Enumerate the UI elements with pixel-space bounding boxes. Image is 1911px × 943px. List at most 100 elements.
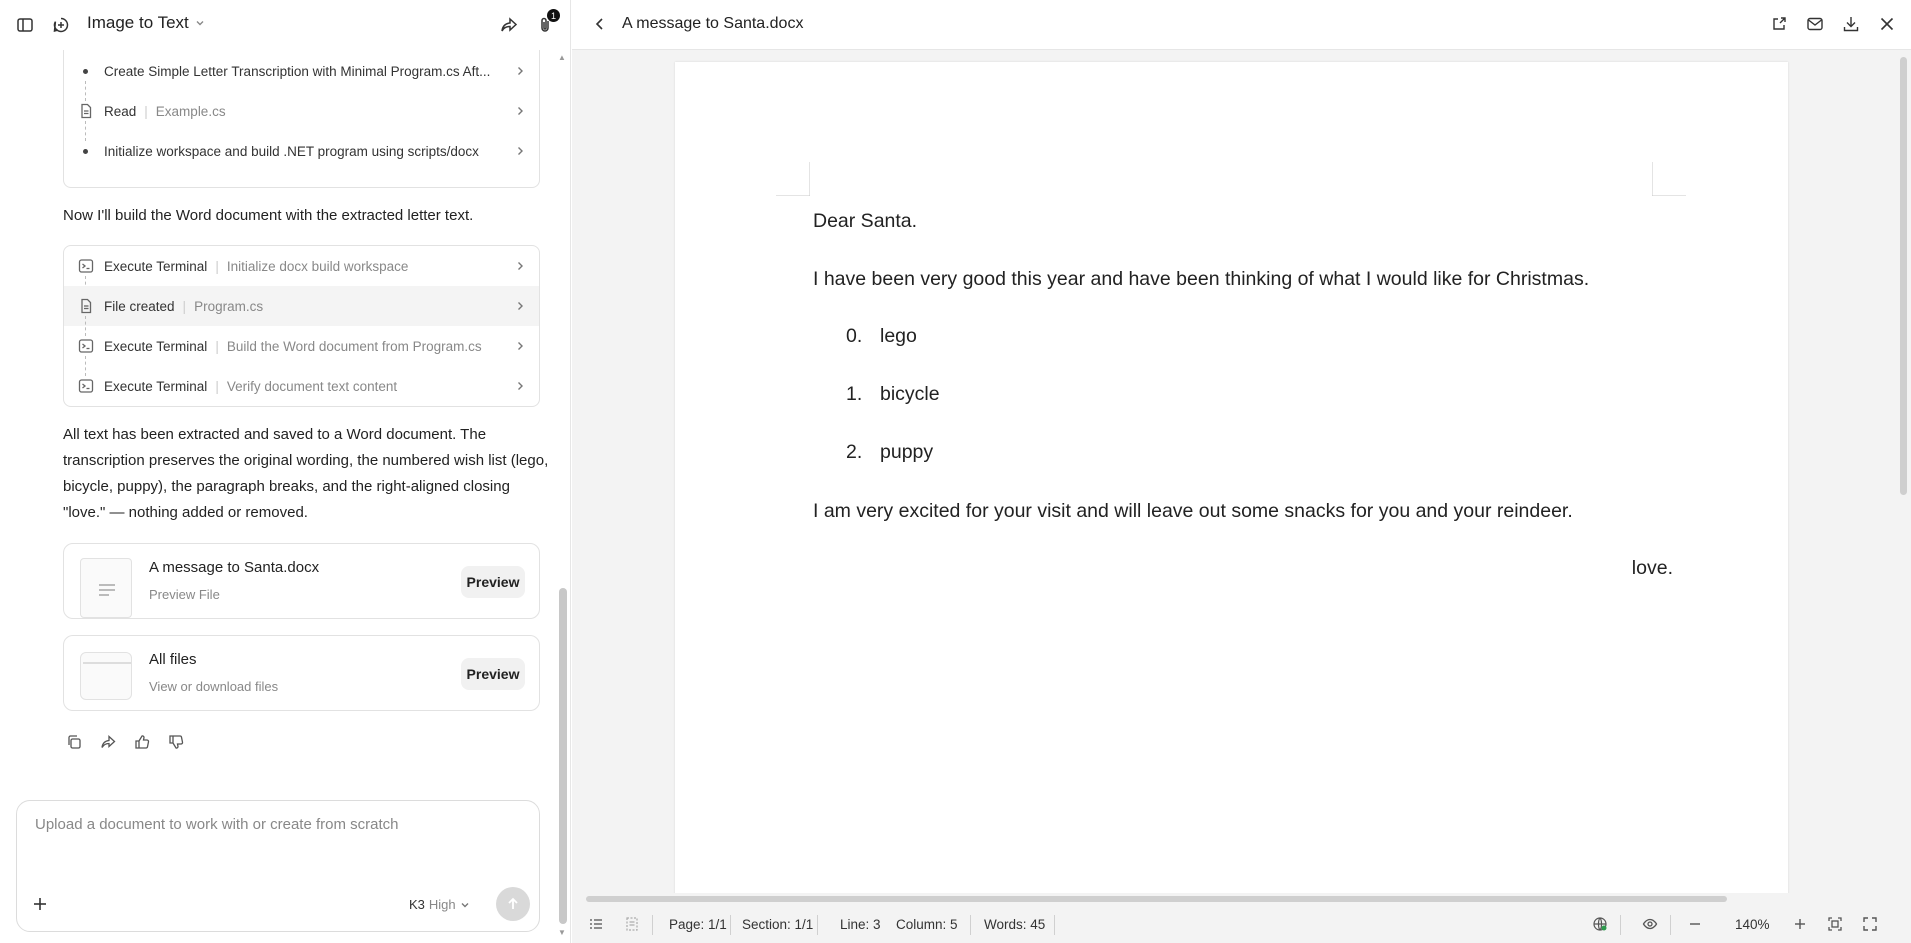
copy-icon[interactable] — [66, 734, 84, 752]
step-item[interactable]: File created | Program.cs — [64, 286, 539, 336]
download-icon[interactable] — [1842, 15, 1862, 35]
file-name: A message to Santa.docx — [149, 559, 320, 576]
step-label: Execute Terminal — [104, 378, 208, 394]
status-section: Section: 1/1 — [742, 917, 814, 932]
document-canvas: Dear Santa. I have been very good this y… — [572, 51, 1896, 893]
file-icon — [78, 103, 94, 119]
outline-icon[interactable] — [588, 916, 604, 932]
step-label: Read — [104, 103, 137, 119]
page-layout-icon[interactable] — [624, 916, 640, 932]
step-item[interactable]: Create Simple Letter Transcription with … — [64, 51, 539, 101]
step-item[interactable]: Execute Terminal | Build the Word document… — [64, 326, 539, 376]
list-item: 0. lego — [846, 325, 917, 347]
assistant-message: Now I'll build the Word document with th… — [63, 207, 474, 224]
assistant-message: All text has been extracted and saved to… — [63, 426, 549, 521]
file-card-docx[interactable]: A message to Santa.docx Preview File Pre… — [63, 543, 540, 619]
chat-panel: Image to Text 1 Create Simple Letter Tra… — [0, 0, 571, 943]
chevron-right-icon — [515, 381, 525, 391]
status-page: Page: 1/1 — [669, 917, 727, 932]
step-label: Execute Terminal — [104, 338, 208, 354]
zoom-in-icon[interactable] — [1792, 916, 1808, 932]
status-words: Words: 45 — [984, 917, 1046, 932]
document-title: A message to Santa.docx — [622, 15, 804, 32]
chevron-right-icon — [515, 341, 525, 351]
scroll-up-icon[interactable]: ▲ — [558, 53, 566, 62]
status-bar: Page: 1/1 Section: 1/1 Line: 3 Column: 5… — [572, 906, 1911, 943]
document-page: Dear Santa. I have been very good this y… — [675, 62, 1788, 893]
share-icon[interactable] — [498, 14, 520, 36]
chevron-down-icon — [195, 18, 205, 28]
open-external-icon[interactable] — [1770, 15, 1790, 35]
step-text: Create Simple Letter Transcription with … — [104, 63, 491, 79]
margin-corner-mark — [776, 162, 810, 196]
chat-thread: Create Simple Letter Transcription with … — [0, 50, 558, 790]
step-detail: Program.cs — [194, 298, 264, 314]
step-item[interactable]: Execute Terminal | Verify document text co… — [64, 366, 539, 406]
language-icon[interactable] — [1592, 916, 1608, 932]
status-line: Line: 3 — [840, 917, 881, 932]
step-list-1: Create Simple Letter Transcription with … — [63, 50, 540, 188]
new-chat-icon[interactable] — [50, 14, 72, 36]
scroll-down-icon[interactable]: ▼ — [558, 928, 566, 937]
chevron-right-icon — [515, 66, 525, 76]
preview-button[interactable]: Preview — [461, 658, 525, 690]
folder-icon — [80, 652, 132, 700]
doc-greeting: Dear Santa. — [813, 210, 918, 232]
doc-paragraph: I have been very good this year and have… — [813, 268, 1590, 290]
share-icon[interactable] — [100, 734, 118, 752]
file-name: All files — [149, 651, 197, 668]
terminal-icon — [78, 338, 94, 354]
chevron-down-icon — [460, 900, 470, 910]
chevron-right-icon — [515, 106, 525, 116]
list-item: 1. bicycle — [846, 383, 940, 405]
step-detail: Build the Word document from Program.cs — [226, 338, 482, 354]
step-label: Execute Terminal — [104, 258, 208, 274]
step-item[interactable]: Execute Terminal | Initialize docx build w… — [64, 246, 539, 296]
app-title-dropdown[interactable]: Image to Text — [87, 13, 205, 33]
eye-icon[interactable] — [1642, 916, 1658, 932]
composer[interactable]: Upload a document to work with or create… — [16, 800, 540, 932]
status-column: Column: 5 — [896, 917, 958, 932]
margin-corner-mark — [1652, 162, 1686, 196]
doc-paragraph: I am very excited for your visit and wil… — [813, 500, 1573, 522]
message-input[interactable]: Upload a document to work with or create… — [35, 816, 399, 833]
viewer-header: A message to Santa.docx — [572, 0, 1911, 50]
chat-scrollbar[interactable]: ▲ ▼ — [556, 50, 569, 940]
zoom-out-icon[interactable] — [1687, 916, 1703, 932]
fullscreen-icon[interactable] — [1862, 916, 1878, 932]
doc-signoff: love. — [1631, 557, 1673, 579]
bullet-icon — [83, 149, 88, 154]
list-item: 2. puppy — [846, 441, 934, 463]
app-title: Image to Text — [87, 13, 189, 32]
file-card-all-files[interactable]: All files View or download files Preview — [63, 635, 540, 711]
step-detail: Initialize docx build workspace — [226, 258, 409, 274]
step-label: File created — [104, 298, 175, 314]
vertical-scrollbar[interactable] — [1896, 51, 1911, 893]
message-actions — [66, 734, 186, 752]
preview-button[interactable]: Preview — [461, 566, 525, 598]
step-text: Initialize workspace and build .NET prog… — [104, 143, 479, 159]
step-item[interactable]: Initialize workspace and build .NET prog… — [64, 131, 539, 171]
horizontal-scrollbar[interactable] — [580, 895, 1890, 903]
add-icon[interactable] — [31, 895, 51, 915]
thumbs-up-icon[interactable] — [134, 734, 152, 752]
send-button[interactable] — [496, 887, 530, 921]
model-name: K3 — [409, 897, 425, 912]
document-viewer: A message to Santa.docx Dear Santa. I ha… — [572, 0, 1911, 943]
model-selector[interactable]: K3 High — [409, 897, 470, 912]
chevron-right-icon — [515, 301, 525, 311]
fit-page-icon[interactable] — [1827, 916, 1843, 932]
terminal-icon — [78, 258, 94, 274]
step-detail: Verify document text content — [226, 378, 398, 394]
attachment-count-badge: 1 — [547, 9, 560, 22]
close-icon[interactable] — [1878, 15, 1898, 35]
file-subtitle: View or download files — [149, 679, 279, 694]
sidebar-toggle-icon[interactable] — [14, 14, 36, 36]
mail-icon[interactable] — [1806, 15, 1826, 35]
attachment-icon[interactable]: 1 — [534, 9, 560, 36]
back-arrow-icon[interactable] — [592, 16, 610, 34]
chevron-right-icon — [515, 261, 525, 271]
thumbs-down-icon[interactable] — [168, 734, 186, 752]
zoom-level[interactable]: 140% — [1735, 917, 1770, 932]
step-item[interactable]: Read | Example.cs — [64, 91, 539, 141]
